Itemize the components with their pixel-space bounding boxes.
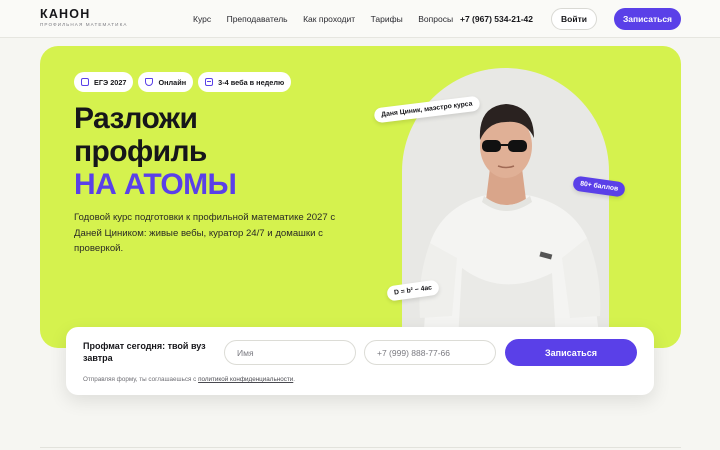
hero-title-line2: профиль [74,135,207,168]
graduation-icon [81,78,89,86]
site-header: КАНОН ПРОФИЛЬНАЯ МАТЕМАТИКА Курс Препода… [0,0,720,38]
tag-label: 3-4 веба в неделю [218,77,285,87]
hero-section: ЕГЭ 2027 Онлайн 3-4 веба в неделю Разлож… [40,46,681,348]
form-submit-button[interactable]: Записаться [505,339,637,366]
hero-description: Годовой курс подготовки к профильной мат… [74,212,336,254]
main-nav: Курс Преподаватель Как проходит Тарифы В… [193,14,469,24]
consent-text: Отправляя форму, ты соглашаешься с полит… [83,376,295,383]
name-input[interactable] [224,340,356,365]
login-button[interactable]: Войти [551,8,597,30]
tag-label: Онлайн [158,77,187,87]
tag-schedule: 3-4 веба в неделю [198,72,292,92]
nav-item-faq[interactable]: Вопросы [418,14,453,24]
signup-form: Профмат сегодня: твой вуз завтра Записат… [66,327,654,395]
logo-subtitle: ПРОФИЛЬНАЯ МАТЕМАТИКА [40,22,128,27]
nav-item-course[interactable]: Курс [193,14,211,24]
nav-item-pricing[interactable]: Тарифы [371,14,403,24]
nav-item-teacher[interactable]: Преподаватель [227,14,288,24]
logo-name: КАНОН [40,7,91,21]
form-title: Профмат сегодня: твой вуз завтра [83,341,206,363]
phone-input[interactable] [364,340,496,365]
hero-tags: ЕГЭ 2027 Онлайн 3-4 веба в неделю [74,72,292,92]
tag-online: Онлайн [138,72,194,92]
signup-button[interactable]: Записаться [614,8,681,30]
hero-title-accent: НА АТОМЫ [74,168,237,201]
hero-title: Разложи профиль НА АТОМЫ [74,102,237,201]
nav-item-how-it-works[interactable]: Как проходит [303,14,355,24]
tag-exam: ЕГЭ 2027 [74,72,134,92]
tag-label: ЕГЭ 2027 [94,77,127,87]
consent-end: . [293,376,296,383]
calendar-icon [205,78,214,86]
section-divider [40,447,681,448]
privacy-policy-link[interactable]: политикой конфиденциальности [198,376,293,383]
hero-title-line1: Разложи [74,102,198,135]
logo[interactable]: КАНОН ПРОФИЛЬНАЯ МАТЕМАТИКА [40,7,128,28]
phone-link[interactable]: +7 (967) 534-21-42 [460,14,533,24]
consent-prefix: Отправляя форму, ты соглашаешься с [83,376,199,383]
shield-icon [145,78,154,86]
